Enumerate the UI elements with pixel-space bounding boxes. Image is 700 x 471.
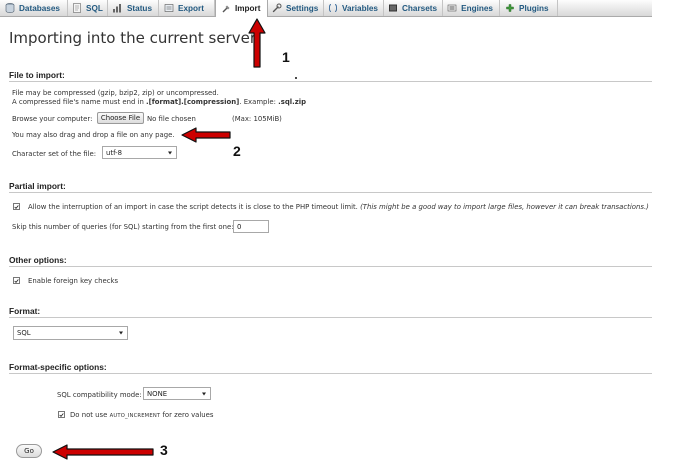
- foreign-key-label: Enable foreign key checks: [28, 277, 119, 285]
- note-example: .sql.zip: [278, 98, 307, 106]
- tab-status[interactable]: Status: [108, 0, 159, 16]
- allow-interrupt-text: Allow the interruption of an import in c…: [28, 203, 358, 211]
- tab-label: Export: [178, 3, 204, 13]
- note-format: .[format].[compression]: [146, 98, 240, 106]
- tab-label: Import: [235, 4, 261, 13]
- tab-engines[interactable]: Engines: [443, 0, 500, 16]
- page-title: Importing into the current server: [9, 29, 256, 47]
- annotation-arrow-left: [52, 444, 154, 460]
- format-value: SQL: [17, 329, 31, 337]
- wrench-icon: [272, 3, 282, 14]
- tab-label: Status: [126, 3, 152, 13]
- skip-queries-input[interactable]: 0: [233, 220, 269, 233]
- max-size-text: (Max: 105MiB): [232, 115, 282, 123]
- skip-queries-label: Skip this number of queries (for SQL) st…: [12, 223, 234, 231]
- auto-inc-prefix: Do not use: [70, 411, 110, 419]
- tab-label: Settings: [286, 3, 319, 13]
- status-icon: [112, 3, 123, 14]
- sql-compat-select[interactable]: NONE: [143, 387, 211, 400]
- no-auto-increment-checkbox[interactable]: [58, 411, 65, 418]
- tab-plugins[interactable]: Plugins: [500, 0, 558, 16]
- plugins-icon: [504, 3, 515, 14]
- section-title-format: Format:: [9, 306, 41, 316]
- annotation-arrow-left: [181, 127, 231, 143]
- sql-icon: [72, 3, 82, 14]
- section-divider: [9, 317, 652, 318]
- chevron-down-icon: [168, 151, 172, 154]
- section-divider: [9, 192, 652, 193]
- import-icon: [220, 3, 231, 14]
- no-file-chosen-text: No file chosen: [147, 115, 196, 123]
- auto-inc-suffix: for zero values: [160, 411, 214, 419]
- tab-import[interactable]: Import: [215, 0, 268, 17]
- tab-label: SQL: [86, 3, 103, 13]
- section-title-other-options: Other options:: [9, 255, 67, 265]
- export-icon: [163, 3, 174, 14]
- tab-variables[interactable]: Variables: [324, 0, 384, 16]
- go-button[interactable]: Go: [16, 444, 42, 458]
- filename-format-note: A compressed file's name must end in .[f…: [12, 98, 306, 106]
- allow-interrupt-checkbox[interactable]: [13, 203, 20, 210]
- annotation-number-1: 1: [282, 49, 290, 65]
- format-select[interactable]: SQL: [13, 326, 128, 340]
- auto-inc-keyword: AUTO_INCREMENT: [109, 413, 161, 419]
- choose-file-button[interactable]: Choose File: [97, 112, 144, 124]
- charsets-icon: [388, 3, 398, 14]
- tab-label: Engines: [461, 3, 493, 13]
- tab-label: Variables: [342, 3, 378, 13]
- top-tab-bar: Databases SQL Status Export Import Setti…: [0, 0, 652, 17]
- sql-compat-value: NONE: [147, 389, 168, 398]
- checkmark-icon: [14, 204, 19, 209]
- section-title-format-specific: Format-specific options:: [9, 362, 107, 372]
- allow-interrupt-label: Allow the interruption of an import in c…: [28, 203, 649, 211]
- compression-note: File may be compressed (gzip, bzip2, zip…: [12, 89, 219, 97]
- charset-value: utf-8: [106, 148, 122, 157]
- chevron-down-icon: [119, 331, 123, 335]
- sql-compat-label: SQL compatibility mode:: [57, 391, 142, 399]
- tab-databases[interactable]: Databases: [0, 0, 68, 16]
- tab-charsets[interactable]: Charsets: [384, 0, 443, 16]
- note-prefix: A compressed file's name must end in: [12, 98, 147, 106]
- foreign-key-checkbox[interactable]: [13, 277, 20, 284]
- annotation-dot: [295, 77, 297, 79]
- tab-label: Databases: [19, 3, 60, 13]
- checkmark-icon: [59, 412, 64, 417]
- annotation-arrow-up: [248, 18, 266, 68]
- tab-sql[interactable]: SQL: [68, 0, 108, 16]
- note-mid: . Example:: [239, 98, 279, 106]
- allow-interrupt-hint: (This might be a good way to import larg…: [360, 203, 649, 211]
- browse-label: Browse your computer:: [12, 115, 93, 123]
- charset-select[interactable]: utf-8: [102, 146, 177, 159]
- tab-settings[interactable]: Settings: [268, 0, 324, 16]
- tab-label: Plugins: [519, 3, 549, 13]
- no-auto-increment-label: Do not use AUTO_INCREMENT for zero value…: [70, 411, 214, 419]
- section-divider: [9, 81, 652, 82]
- tab-export[interactable]: Export: [159, 0, 215, 16]
- chevron-down-icon: [202, 392, 206, 395]
- section-divider: [9, 266, 652, 267]
- tab-label: Charsets: [402, 3, 438, 13]
- variables-icon: [328, 3, 338, 14]
- charset-label: Character set of the file:: [12, 150, 97, 158]
- database-icon: [4, 3, 15, 14]
- engines-icon: [447, 3, 457, 14]
- section-title-file-to-import: File to import:: [9, 70, 65, 80]
- drag-drop-note: You may also drag and drop a file on any…: [12, 131, 175, 139]
- annotation-number-3: 3: [160, 442, 168, 458]
- annotation-number-2: 2: [233, 143, 241, 159]
- section-divider: [9, 373, 652, 374]
- section-title-partial-import: Partial import:: [9, 181, 66, 191]
- checkmark-icon: [14, 278, 19, 283]
